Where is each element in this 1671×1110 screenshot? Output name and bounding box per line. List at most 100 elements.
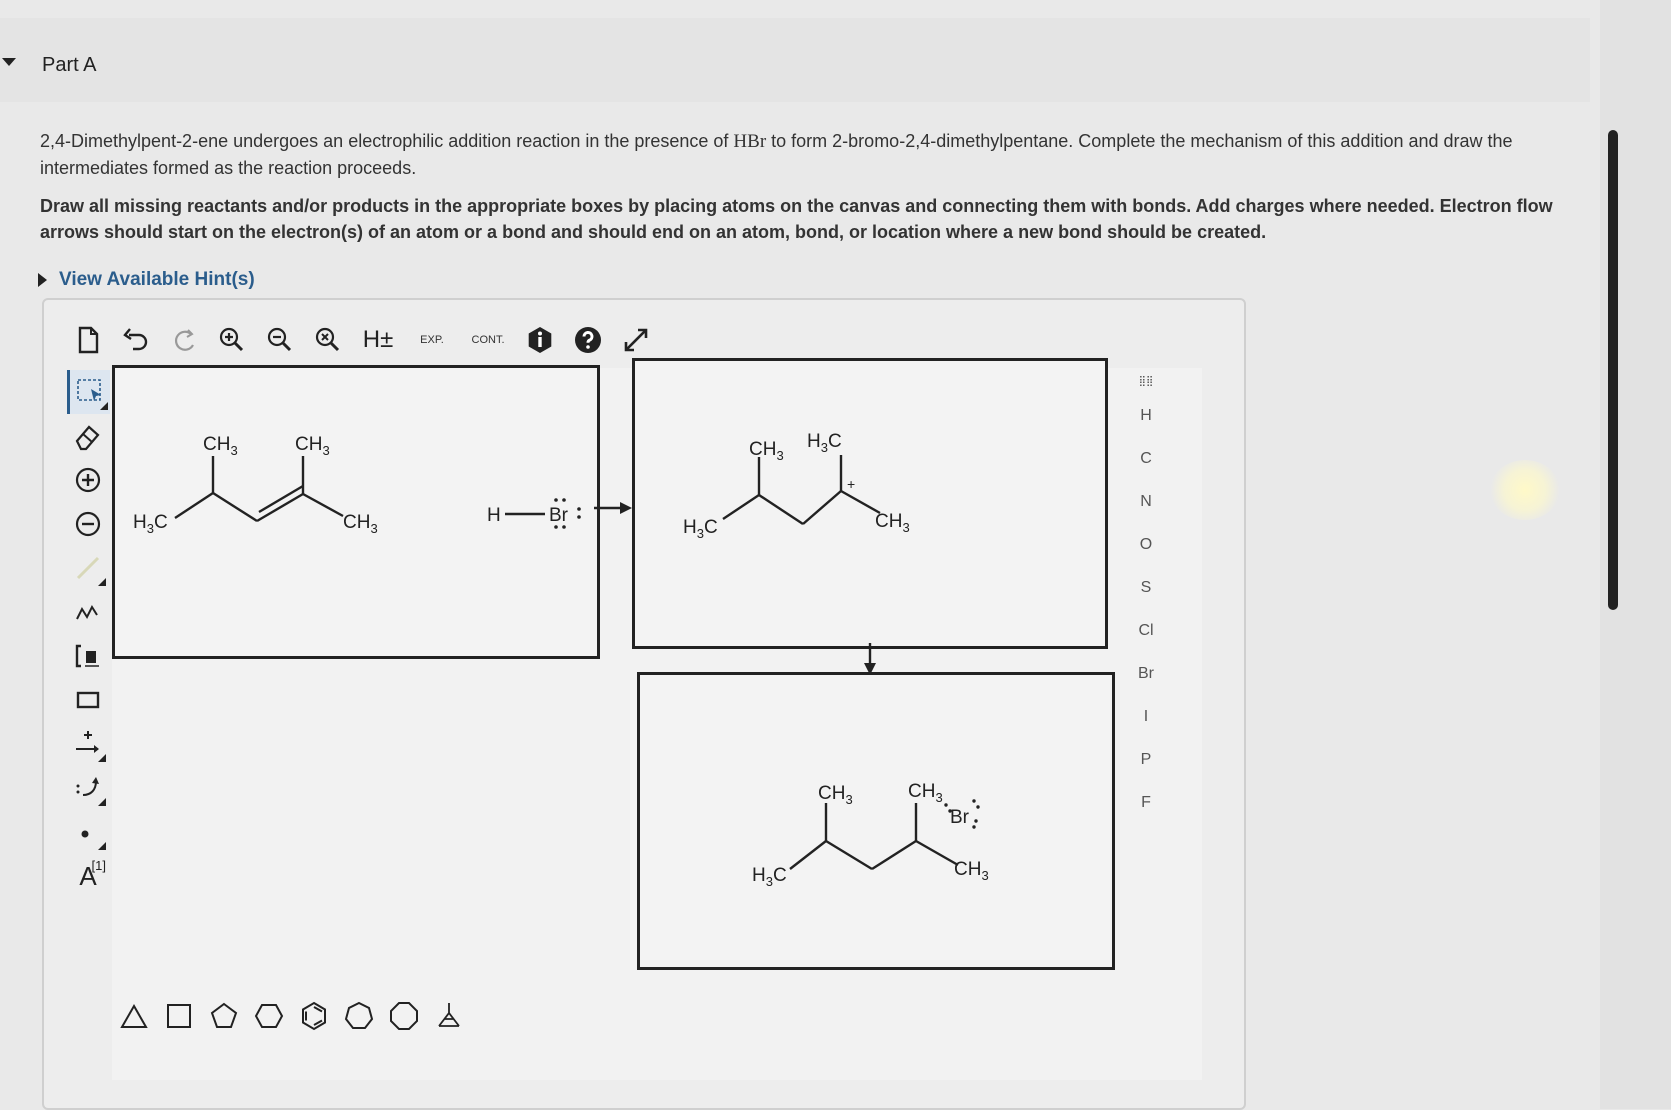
new-document-button[interactable] — [70, 322, 106, 358]
h3c-c: C — [773, 865, 787, 886]
reactant-structure: H3C CH3 CH3 CH3 H Br — [133, 434, 581, 536]
cyclopentane-template[interactable] — [208, 1000, 240, 1037]
element-h[interactable]: H — [1140, 394, 1152, 437]
element-f[interactable]: F — [1141, 781, 1151, 824]
h3c-h: H — [752, 865, 766, 886]
tool-options-corner-icon — [99, 402, 108, 410]
page-scrollbar-thumb[interactable] — [1608, 130, 1618, 610]
view-hints-label: View Available Hint(s) — [59, 269, 255, 290]
ch3-label: CH — [749, 439, 776, 460]
ch3-label: CH — [875, 511, 902, 532]
eraser-icon — [75, 425, 100, 451]
tool-options-corner-icon — [98, 754, 106, 762]
svg-text:CH3: CH3 — [908, 781, 943, 805]
reagent-formula: HBr — [733, 131, 767, 152]
cyclobutane-template[interactable] — [163, 1000, 195, 1037]
h3c-h: H — [133, 512, 147, 533]
fullscreen-button[interactable] — [618, 322, 654, 358]
carbocation-structure: H3C CH3 H3C CH3 + — [683, 431, 910, 541]
svg-text:CH3: CH3 — [818, 783, 853, 807]
eraser-tool[interactable] — [68, 414, 108, 458]
question-intro: 2,4-Dimethylpent-2-ene undergoes an elec… — [40, 128, 1600, 181]
select-tool[interactable] — [66, 370, 110, 414]
tool-options-corner-icon — [98, 578, 106, 586]
rectangle-tool[interactable] — [68, 678, 108, 722]
template-tool[interactable] — [68, 634, 108, 678]
document-icon — [78, 326, 99, 354]
ch3-label: CH — [818, 783, 845, 804]
zoom-in-button[interactable] — [214, 322, 250, 358]
reactant-box[interactable]: H3C CH3 CH3 CH3 H Br — [112, 365, 600, 659]
editor-left-toolbar: A [1] — [66, 370, 110, 898]
ring-template-bar — [118, 1000, 465, 1037]
element-o[interactable]: O — [1140, 523, 1152, 566]
hbr-br: Br — [549, 505, 569, 526]
cyclohexane-template[interactable] — [253, 1000, 285, 1037]
svg-text:CH3: CH3 — [343, 512, 378, 536]
benzene-icon — [302, 1001, 326, 1031]
svg-text:CH3: CH3 — [295, 434, 330, 458]
element-n[interactable]: N — [1140, 480, 1152, 523]
element-i[interactable]: I — [1144, 695, 1148, 738]
hbr-h: H — [487, 505, 501, 526]
element-p[interactable]: P — [1141, 738, 1152, 781]
product-box[interactable]: H3C CH3 CH3 CH3 Br — [637, 672, 1115, 970]
chair-icon — [438, 1003, 460, 1027]
zoom-reset-button[interactable] — [310, 322, 346, 358]
intermediate-box[interactable]: H3C CH3 H3C CH3 + — [632, 358, 1108, 649]
redo-button[interactable] — [166, 322, 202, 358]
heptagon-icon — [344, 1001, 374, 1029]
expand-button[interactable]: EXP. — [410, 322, 454, 358]
reaction-arrow-tool[interactable] — [68, 722, 108, 766]
bond-tool[interactable] — [68, 546, 108, 590]
help-button[interactable] — [570, 322, 606, 358]
cyclopropane-template[interactable] — [118, 1000, 150, 1037]
redo-icon — [175, 329, 194, 351]
product-structure: H3C CH3 CH3 CH3 Br — [752, 781, 989, 889]
text-tool[interactable]: A [1] — [68, 854, 108, 898]
positive-charge-tool[interactable] — [68, 458, 108, 502]
h3c-c: C — [828, 431, 842, 452]
help-icon — [575, 327, 601, 353]
undo-button[interactable] — [118, 322, 154, 358]
product-br: Br — [950, 807, 970, 828]
benzene-template[interactable] — [298, 1000, 330, 1037]
tool-options-corner-icon — [98, 798, 106, 806]
info-button[interactable] — [522, 322, 558, 358]
plus-circle-icon — [75, 467, 101, 493]
svg-text:H3C: H3C — [807, 431, 842, 455]
svg-text:CH3: CH3 — [875, 511, 910, 535]
negative-charge-tool[interactable] — [68, 502, 108, 546]
element-s[interactable]: S — [1141, 566, 1152, 609]
element-cl[interactable]: Cl — [1138, 609, 1153, 652]
intro-text-before: 2,4-Dimethylpent-2-ene undergoes an elec… — [40, 131, 734, 151]
carbocation-charge: + — [847, 476, 855, 492]
svg-text:H3C: H3C — [752, 865, 787, 889]
toggle-hydrogens-button[interactable]: H± — [358, 322, 398, 358]
tool-options-corner-icon — [98, 842, 106, 850]
view-hints-toggle[interactable]: View Available Hint(s) — [38, 269, 255, 291]
cyclooctane-template[interactable] — [388, 1000, 420, 1037]
ch3-label: CH — [295, 434, 322, 455]
radical-tool[interactable] — [68, 810, 108, 854]
zoom-out-button[interactable] — [262, 322, 298, 358]
contract-button[interactable]: CONT. — [466, 322, 510, 358]
ch3-label: CH — [954, 859, 981, 880]
cycloheptane-template[interactable] — [343, 1000, 375, 1037]
element-c[interactable]: C — [1140, 437, 1152, 480]
collapse-triangle-icon[interactable] — [2, 58, 16, 66]
element-br[interactable]: Br — [1138, 652, 1154, 695]
periodic-table-button[interactable]: ⣿⣿ — [1139, 368, 1154, 394]
fullscreen-icon — [624, 328, 648, 352]
svg-text:CH3: CH3 — [749, 439, 784, 463]
minus-circle-icon — [75, 511, 101, 537]
electron-flow-arrow-tool[interactable] — [68, 766, 108, 810]
zoom-reset-icon — [315, 327, 340, 352]
reaction-arrow — [594, 502, 632, 514]
editor-top-toolbar: H± EXP. CONT. — [70, 318, 654, 362]
chair-template[interactable] — [433, 1000, 465, 1037]
h3c-h: H — [807, 431, 821, 452]
svg-text:CH3: CH3 — [954, 859, 989, 883]
chain-tool[interactable] — [68, 590, 108, 634]
ch3-label: CH — [908, 781, 935, 802]
